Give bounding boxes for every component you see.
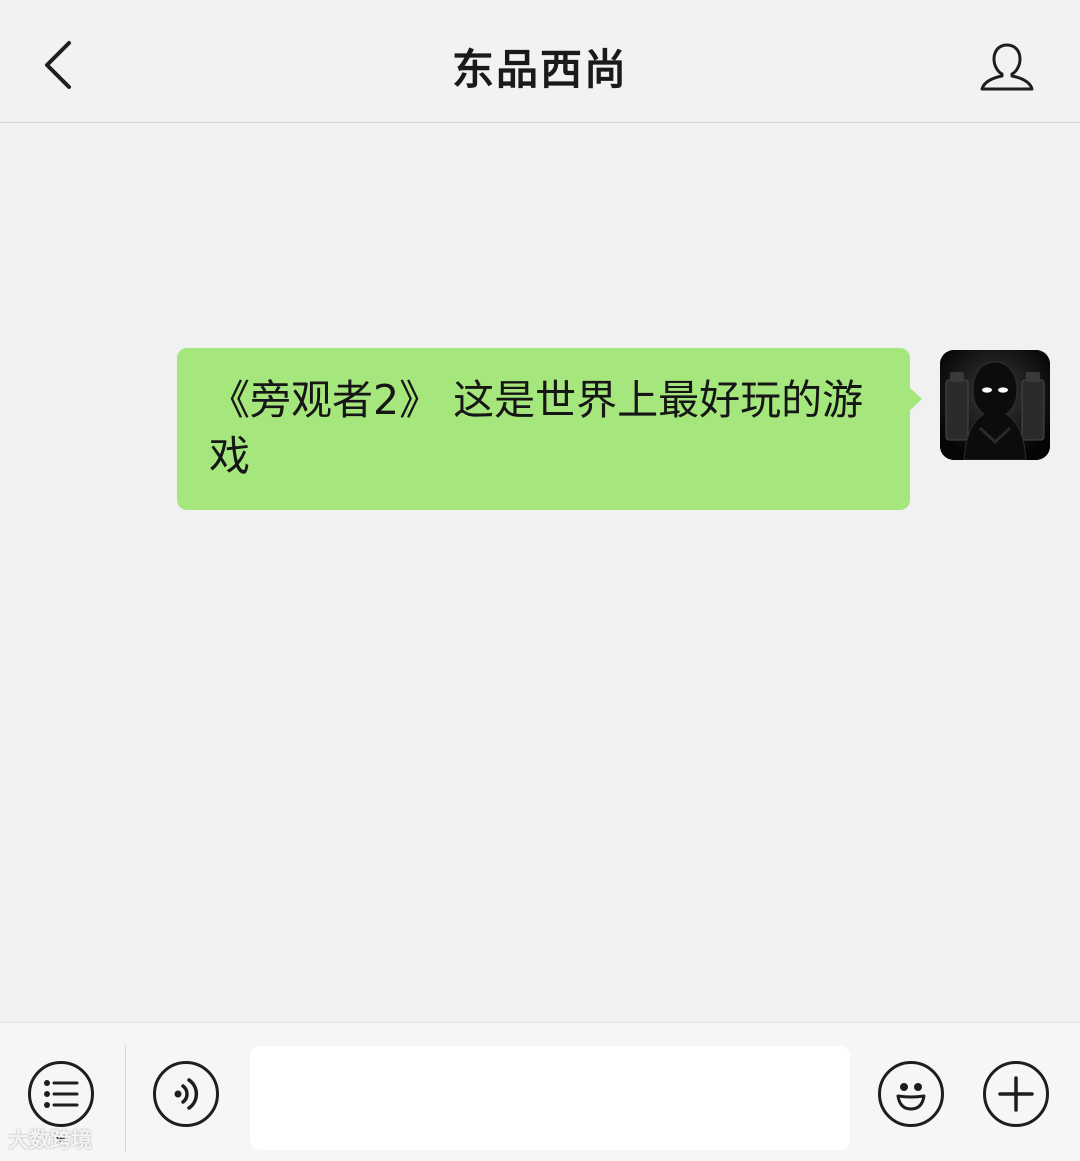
person-icon xyxy=(980,43,1034,91)
voice-icon xyxy=(174,1078,199,1110)
chat-screen: 东品西尚 《旁观者2》 这是世界上最好玩的游戏 大数跨境 xyxy=(0,0,1080,1161)
chat-title: 东品西尚 xyxy=(451,45,628,94)
input-bar xyxy=(0,1022,1080,1161)
watermark: 大数跨境 xyxy=(8,1128,92,1152)
plus-icon xyxy=(998,1076,1034,1112)
avatar[interactable] xyxy=(940,350,1050,460)
emoji-button[interactable] xyxy=(878,1061,944,1127)
divider xyxy=(125,1045,126,1153)
chat-header: 东品西尚 xyxy=(0,0,1080,123)
game-avatar-icon xyxy=(940,350,1050,460)
bubble-tail xyxy=(908,386,922,412)
voice-button[interactable] xyxy=(153,1061,219,1127)
profile-button[interactable] xyxy=(972,32,1042,102)
plus-button[interactable] xyxy=(983,1061,1049,1127)
menu-button[interactable] xyxy=(28,1061,94,1127)
message-bubble[interactable]: 《旁观者2》 这是世界上最好玩的游戏 xyxy=(177,348,910,510)
list-menu-icon xyxy=(44,1080,79,1108)
message-input[interactable] xyxy=(250,1046,850,1150)
emoji-icon xyxy=(896,1083,926,1111)
message-text: 《旁观者2》 这是世界上最好玩的游戏 xyxy=(209,376,864,480)
